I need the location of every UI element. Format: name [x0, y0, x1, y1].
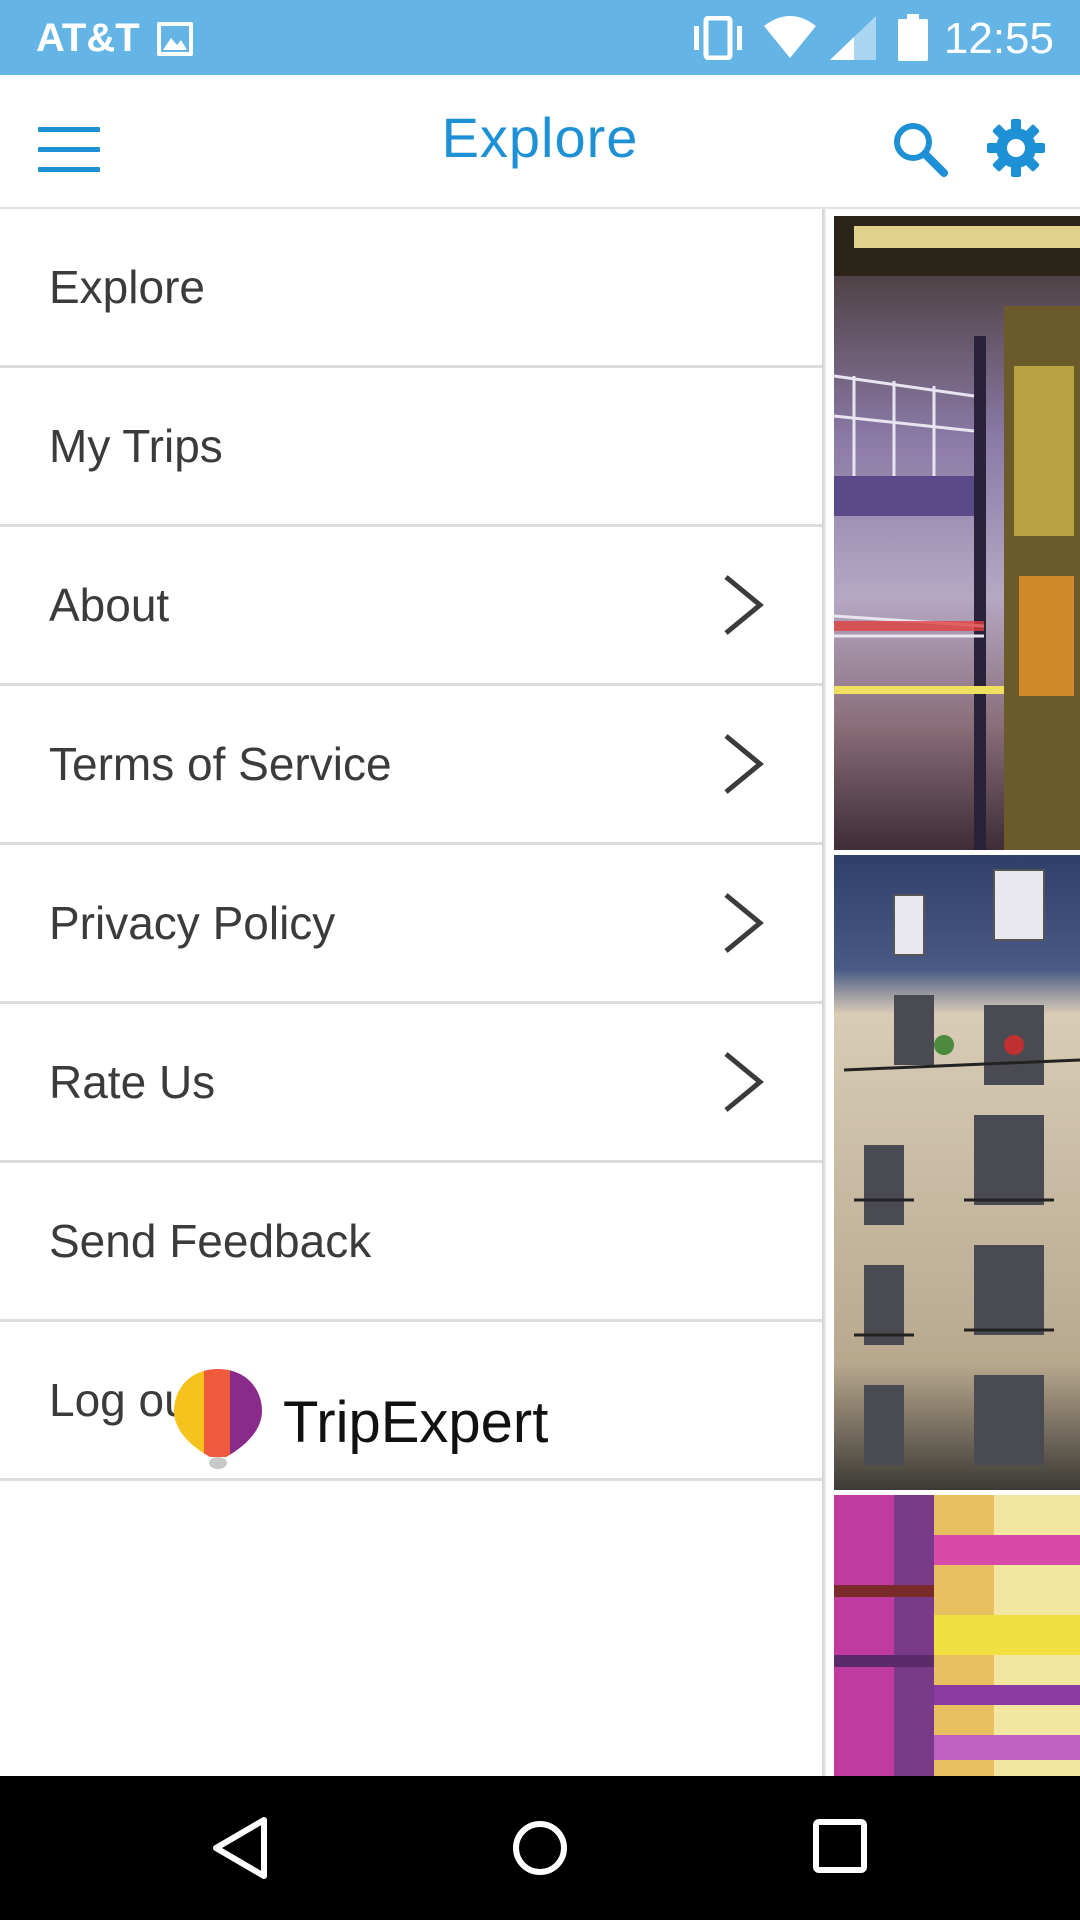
gear-icon[interactable]	[985, 117, 1047, 179]
battery-icon	[898, 14, 928, 61]
drawer-item-rate-us[interactable]: Rate Us	[0, 1004, 824, 1163]
clock: 12:55	[943, 14, 1054, 63]
subway-platform-photo[interactable]	[834, 216, 1080, 850]
system-nav-bar	[0, 1776, 1080, 1920]
balloon-icon	[174, 1369, 262, 1469]
recents-icon[interactable]	[812, 1818, 868, 1874]
drawer-item-my-trips[interactable]: My Trips	[0, 368, 824, 527]
image-icon	[157, 22, 193, 56]
drawer-item-terms-of-service[interactable]: Terms of Service	[0, 686, 824, 845]
status-bar: AT&T 12:55	[0, 0, 1080, 75]
drawer-item-label: My Trips	[49, 420, 223, 472]
chevron-right-icon	[724, 734, 764, 794]
drawer-item-send-feedback[interactable]: Send Feedback	[0, 1163, 824, 1322]
paris-building-photo[interactable]	[834, 855, 1080, 1490]
drawer-item-about[interactable]: About	[0, 527, 824, 686]
hamburger-menu-icon[interactable]	[38, 127, 100, 173]
brand-name: TripExpert	[283, 1390, 549, 1455]
back-icon[interactable]	[210, 1816, 270, 1880]
vibrate-icon	[694, 16, 742, 60]
chevron-right-icon	[724, 893, 764, 953]
drawer-edge-shadow	[822, 209, 826, 1776]
search-icon[interactable]	[890, 119, 950, 179]
drawer-item-label: Privacy Policy	[49, 897, 336, 949]
chevron-right-icon	[724, 1052, 764, 1112]
chevron-right-icon	[724, 575, 764, 635]
colorful-glass-photo[interactable]	[834, 1495, 1080, 1776]
drawer-item-label: Terms of Service	[49, 738, 392, 790]
home-icon[interactable]	[510, 1816, 570, 1880]
drawer-item-privacy-policy[interactable]: Privacy Policy	[0, 845, 824, 1004]
drawer-item-label: Send Feedback	[49, 1215, 372, 1267]
drawer-item-label: Explore	[49, 261, 205, 313]
drawer-item-label: Rate Us	[49, 1056, 216, 1108]
drawer-item-explore[interactable]: Explore	[0, 209, 824, 368]
wifi-icon	[764, 16, 816, 58]
signal-icon	[830, 16, 876, 60]
app-bar: Explore	[0, 75, 1080, 209]
drawer-item-label: About	[49, 579, 170, 631]
navigation-drawer: Explore My Trips About Terms of Service …	[0, 209, 824, 1776]
carrier-label: AT&T	[36, 16, 140, 60]
